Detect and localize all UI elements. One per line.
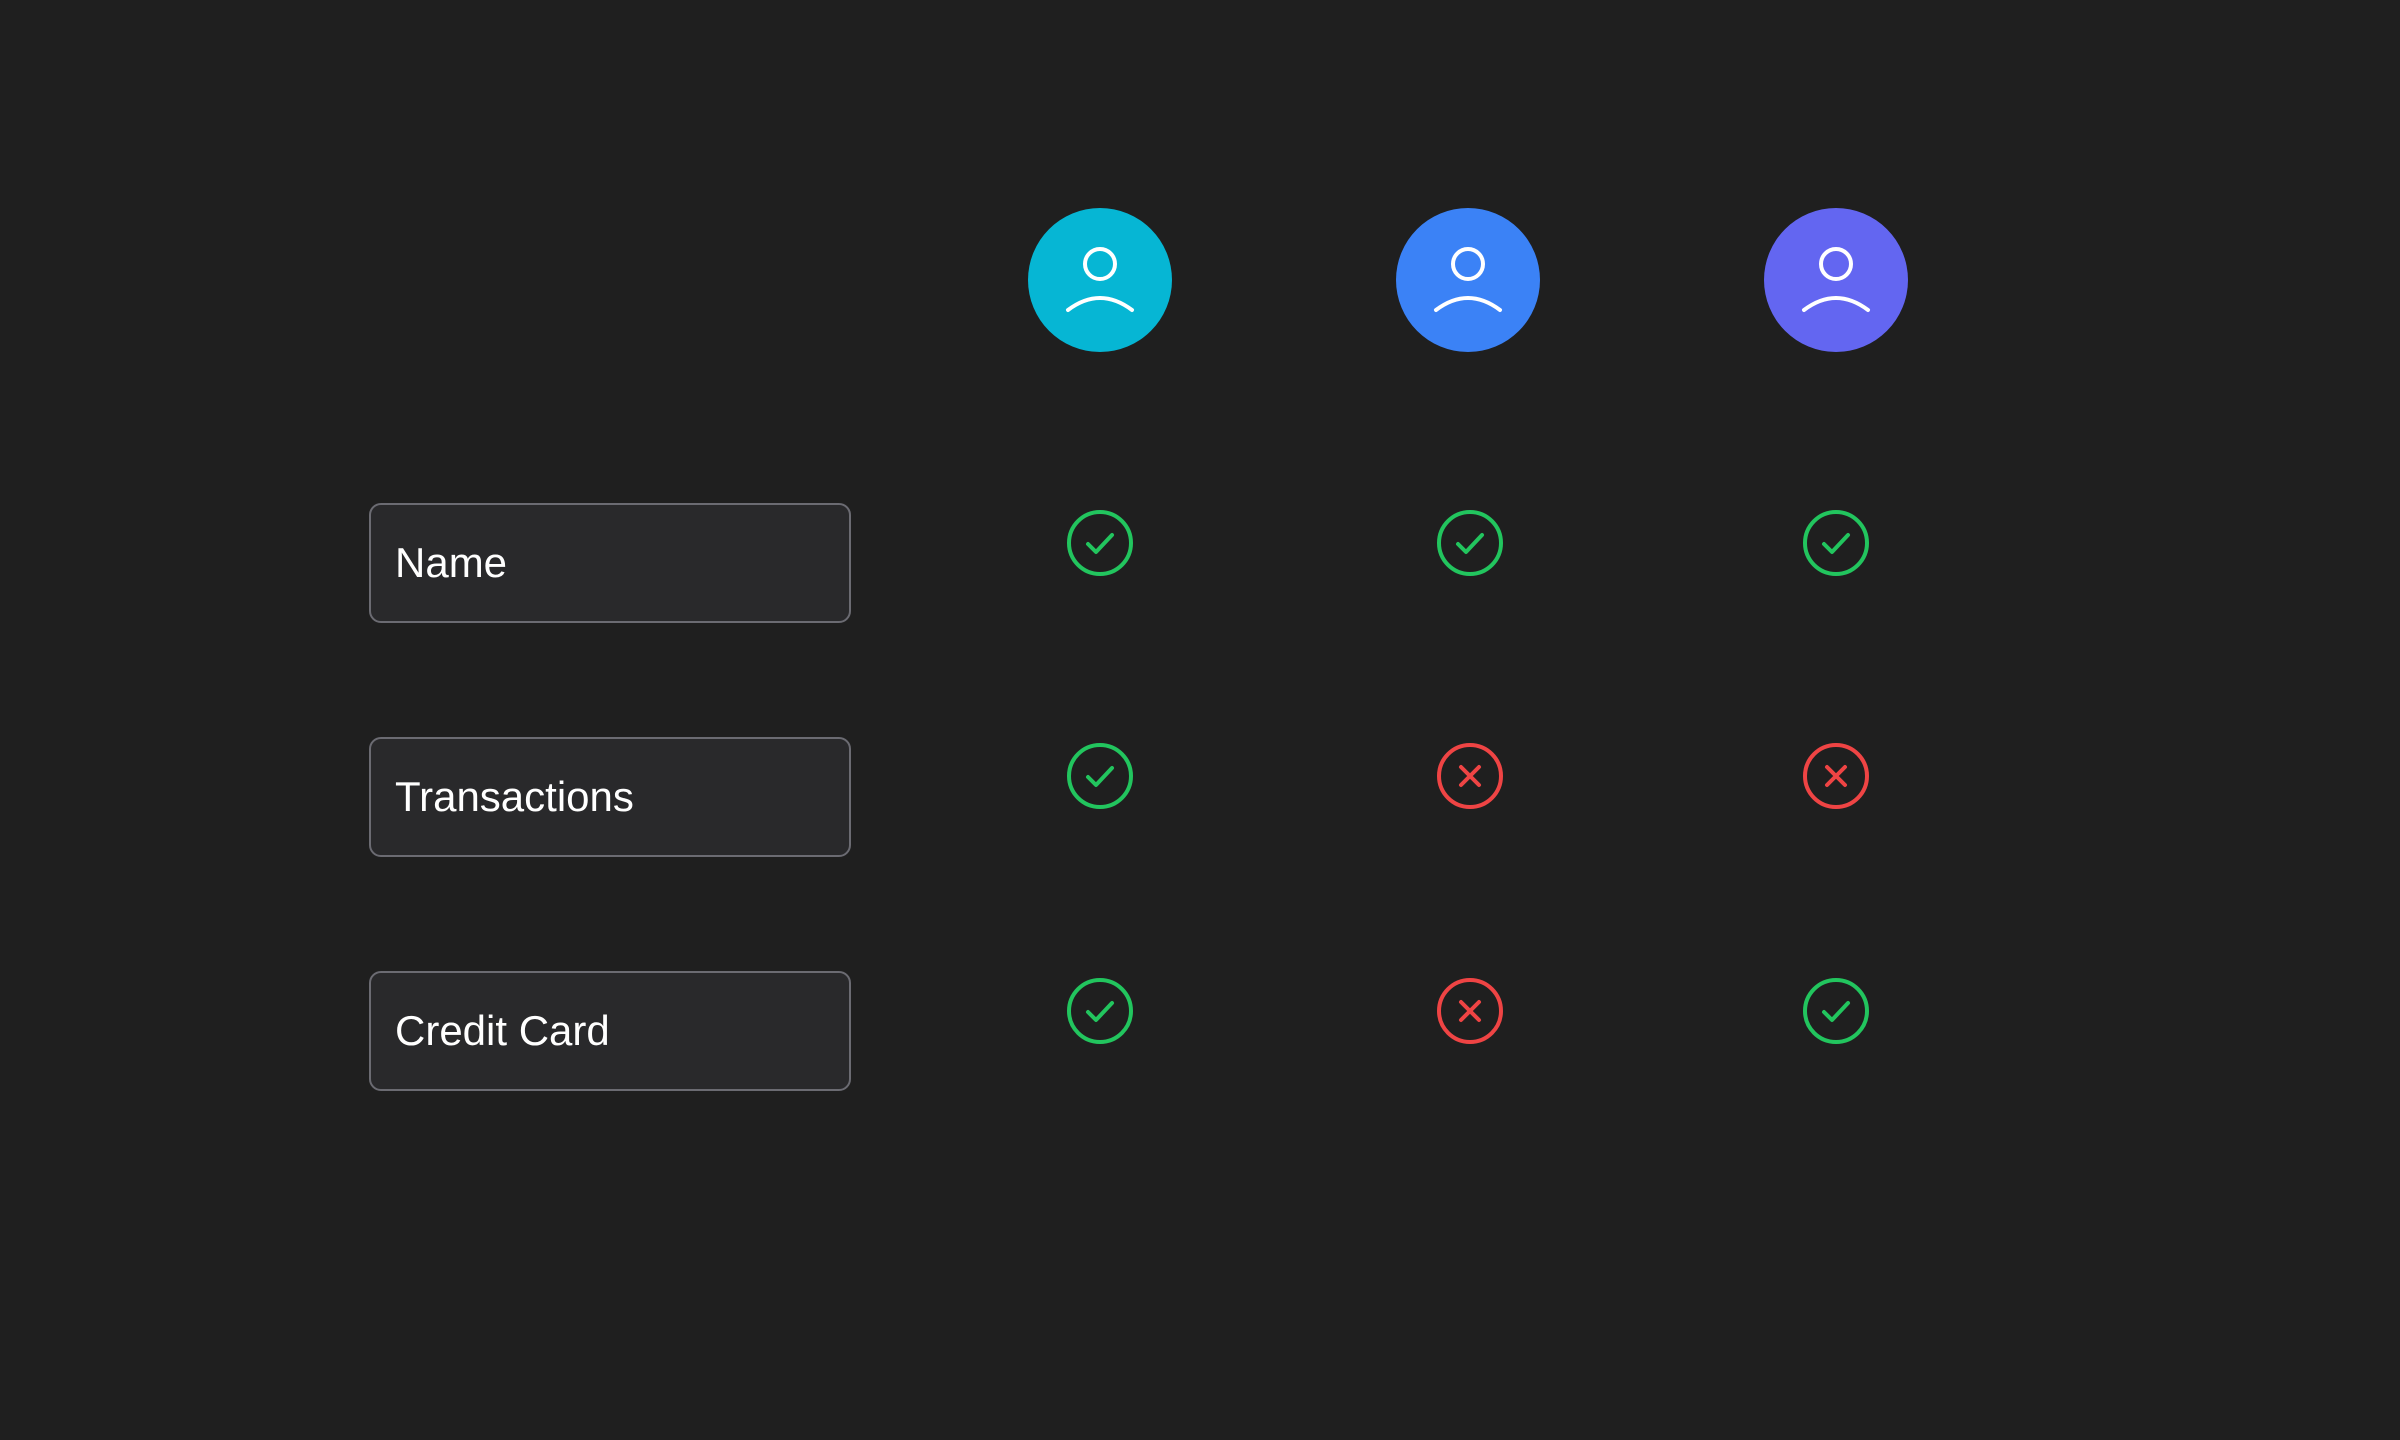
row-label-credit-card: Credit Card (369, 971, 851, 1091)
user-icon (1396, 208, 1540, 352)
x-circle-icon (1436, 742, 1504, 810)
x-circle-icon (1436, 977, 1504, 1045)
row-label-name: Name (369, 503, 851, 623)
check-circle-icon (1436, 509, 1504, 577)
user-icon (1764, 208, 1908, 352)
check-circle-icon (1066, 977, 1134, 1045)
user-icon (1028, 208, 1172, 352)
user-avatar-2 (1396, 208, 1540, 352)
x-circle-icon (1802, 742, 1870, 810)
user-avatar-1 (1028, 208, 1172, 352)
check-circle-icon (1802, 509, 1870, 577)
permissions-matrix: Name Transactions Credit Card (0, 0, 2400, 1440)
check-circle-icon (1802, 977, 1870, 1045)
user-avatar-3 (1764, 208, 1908, 352)
row-label-transactions: Transactions (369, 737, 851, 857)
check-circle-icon (1066, 742, 1134, 810)
check-circle-icon (1066, 509, 1134, 577)
